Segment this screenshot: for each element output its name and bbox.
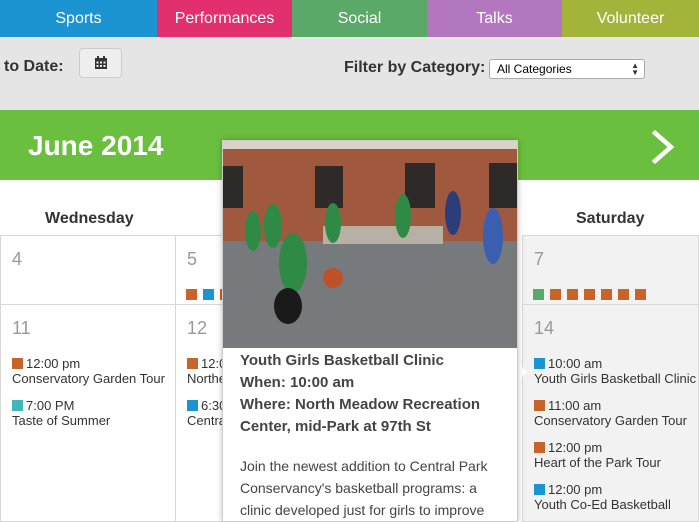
- event-indicators: [533, 289, 646, 300]
- day-header-wednesday: Wednesday: [45, 210, 134, 227]
- day-header-saturday: Saturday: [576, 210, 645, 227]
- to-date-label: to Date:: [4, 58, 64, 75]
- event-dot[interactable]: [584, 289, 595, 300]
- month-title: June 2014: [28, 130, 164, 161]
- event-dot[interactable]: [186, 289, 197, 300]
- category-square: [12, 400, 23, 411]
- event-dot[interactable]: [618, 289, 629, 300]
- category-select-value: All Categories: [497, 62, 572, 76]
- category-square: [187, 400, 198, 411]
- event-time: 7:00 PM: [26, 398, 75, 413]
- event-dot[interactable]: [203, 289, 214, 300]
- category-square: [534, 400, 545, 411]
- day-cell-14[interactable]: 14 10:00 am Youth Girls Basketball Clini…: [522, 304, 699, 522]
- popup-where: Where: North Meadow Recreation Center, m…: [240, 396, 481, 435]
- category-square: [534, 358, 545, 369]
- popup-pointer: [517, 362, 527, 382]
- event-dot[interactable]: [567, 289, 578, 300]
- category-select[interactable]: All Categories ▲ ▼: [489, 59, 645, 79]
- select-arrows-icon: ▲ ▼: [631, 61, 639, 77]
- event-dot[interactable]: [635, 289, 646, 300]
- tab-social[interactable]: Social: [292, 0, 427, 37]
- event-time: 10:00 am: [548, 356, 603, 371]
- popup-event-title[interactable]: Youth Girls Basketball Clinic: [240, 350, 510, 372]
- event-title: Conservatory Garden Tour: [534, 413, 687, 428]
- category-square: [187, 358, 198, 369]
- event-item[interactable]: 12:00 pm Youth Co-Ed Basketball: [534, 482, 671, 512]
- event-time: 12:00 pm: [26, 356, 81, 371]
- tab-performances[interactable]: Performances: [157, 0, 292, 37]
- event-dot[interactable]: [601, 289, 612, 300]
- event-title: Taste of Summer: [12, 413, 111, 428]
- event-dot[interactable]: [550, 289, 561, 300]
- calendar-icon: [94, 56, 107, 69]
- event-dot[interactable]: [533, 289, 544, 300]
- popup-title-block: Youth Girls Basketball Clinic When: 10:0…: [240, 350, 510, 438]
- category-tabs: Sports Performances Social Talks Volunte…: [0, 0, 699, 37]
- filter-bar: to Date: Filter by Category: All Categor…: [0, 37, 699, 110]
- event-title: Heart of the Park Tour: [534, 455, 661, 470]
- category-square: [12, 358, 23, 369]
- day-number: 14: [534, 318, 555, 338]
- day-number: 11: [12, 318, 31, 338]
- day-number: 7: [534, 249, 545, 269]
- day-number: 4: [12, 249, 23, 269]
- popup-when: When: 10:00 am: [240, 374, 355, 391]
- category-square: [534, 442, 545, 453]
- event-popup: Youth Girls Basketball Clinic When: 10:0…: [222, 140, 518, 522]
- event-item[interactable]: 12:00 pm Heart of the Park Tour: [534, 440, 661, 470]
- tab-talks[interactable]: Talks: [427, 0, 562, 37]
- event-item[interactable]: 12:00 pm Conservatory Garden Tour: [12, 356, 165, 386]
- event-title: Youth Co-Ed Basketball: [534, 497, 671, 512]
- category-square: [534, 484, 545, 495]
- event-photo: [223, 141, 517, 348]
- filter-category-label: Filter by Category:: [344, 59, 486, 76]
- event-item[interactable]: 11:00 am Conservatory Garden Tour: [534, 398, 687, 428]
- event-time: 12:00 pm: [548, 440, 603, 455]
- event-time: 12:00 pm: [548, 482, 603, 497]
- chevron-right-icon[interactable]: [650, 130, 676, 164]
- date-picker-button[interactable]: [79, 48, 122, 78]
- day-cell-11[interactable]: 11 12:00 pm Conservatory Garden Tour 7:0…: [0, 304, 176, 522]
- event-title: Conservatory Garden Tour: [12, 371, 165, 386]
- tab-volunteer[interactable]: Volunteer: [562, 0, 699, 37]
- popup-description: Join the newest addition to Central Park…: [240, 458, 488, 518]
- event-title: Youth Girls Basketball Clinic: [534, 371, 697, 386]
- event-time: 11:00 am: [548, 398, 602, 413]
- day-number: 12: [187, 318, 208, 338]
- day-cell-4[interactable]: 4: [0, 235, 176, 305]
- day-number: 5: [187, 249, 198, 269]
- day-cell-7[interactable]: 7: [522, 235, 699, 305]
- event-item[interactable]: 7:00 PM Taste of Summer: [12, 398, 110, 428]
- tab-sports[interactable]: Sports: [0, 0, 157, 37]
- event-item[interactable]: 10:00 am Youth Girls Basketball Clinic: [534, 356, 696, 386]
